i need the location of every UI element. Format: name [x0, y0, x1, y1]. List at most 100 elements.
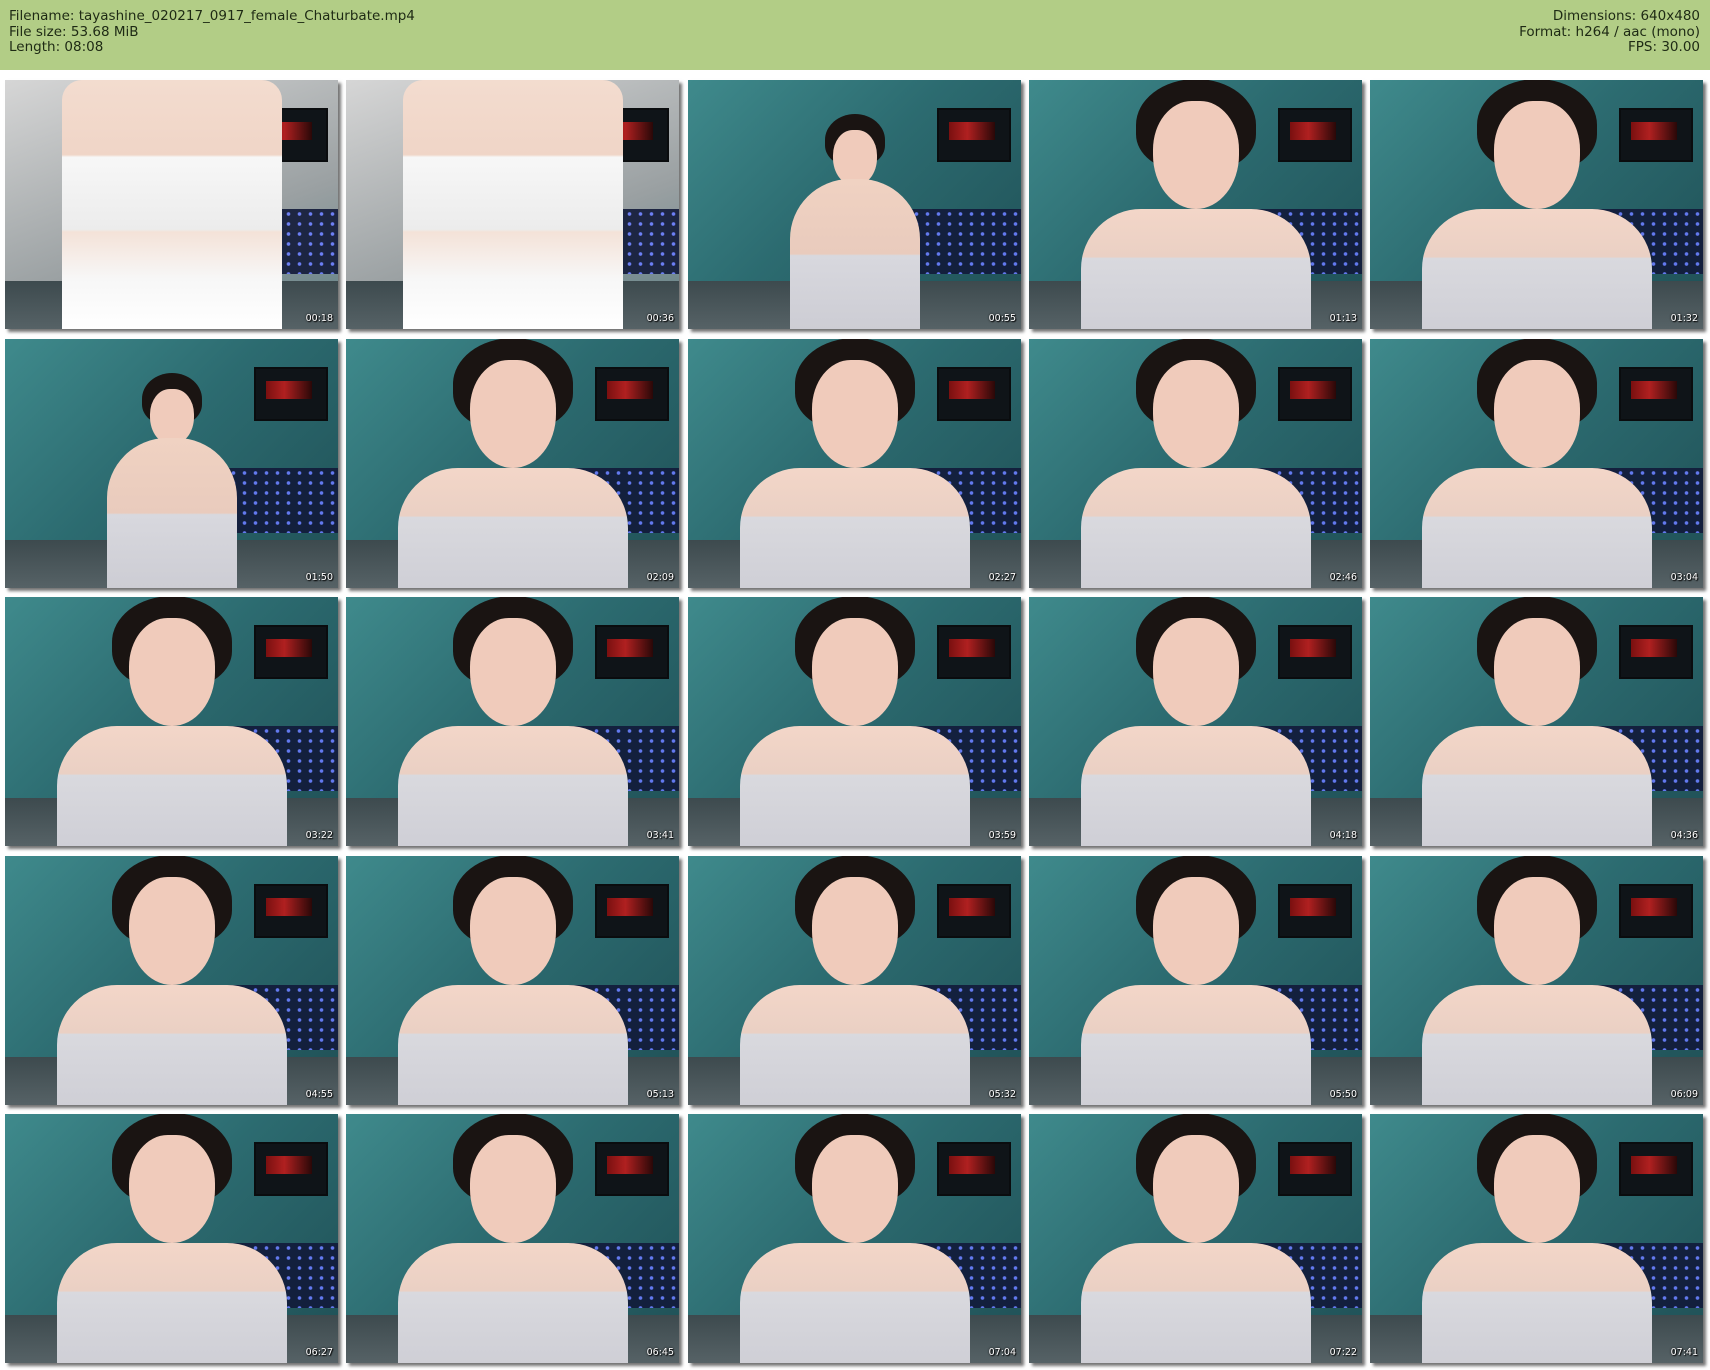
person-figure: [61, 80, 282, 329]
filesize-line: File size: 53.68 MiB: [9, 23, 415, 41]
person-figure: [397, 856, 628, 1105]
body: [402, 80, 623, 329]
frame-timestamp: 01:13: [1329, 313, 1357, 324]
body: [1421, 726, 1652, 846]
fps-label: FPS:: [1628, 39, 1658, 55]
frame-image: [5, 1114, 338, 1363]
thumbnail: 03:41: [346, 597, 679, 846]
frame-image: [688, 80, 1021, 329]
body: [56, 985, 287, 1105]
frame-image: [5, 597, 338, 846]
dimensions-value: 640x480: [1640, 8, 1700, 24]
frame-image: [346, 597, 679, 846]
frame-timestamp: 03:41: [646, 830, 674, 841]
fairy-lights: [911, 209, 1021, 274]
face: [469, 1135, 556, 1243]
filesize-value: 53.68 MiB: [70, 23, 139, 40]
face: [1152, 618, 1239, 726]
format-line: Format: h264 / aac (mono): [1519, 24, 1700, 41]
body: [1080, 726, 1311, 846]
person-figure: [397, 339, 628, 588]
frame-image: [688, 856, 1021, 1105]
thumbnail: 04:18: [1029, 597, 1362, 846]
face: [1493, 1135, 1580, 1243]
thumbnail: 03:59: [688, 597, 1021, 846]
body: [1421, 468, 1652, 588]
face: [1493, 360, 1580, 468]
body: [739, 468, 970, 588]
thumbnail: 05:50: [1029, 856, 1362, 1105]
filename-label: Filename:: [9, 8, 75, 24]
length-value: 08:08: [64, 39, 104, 55]
dimensions-label: Dimensions:: [1552, 8, 1637, 24]
person-figure: [1080, 856, 1311, 1105]
body: [1421, 1243, 1652, 1363]
thumbnail: 01:13: [1029, 80, 1362, 329]
frame-timestamp: 00:55: [988, 313, 1016, 324]
frame-image: [5, 80, 338, 329]
face: [469, 877, 556, 985]
face: [811, 877, 898, 985]
person-figure: [739, 856, 970, 1105]
thumbnail: 02:27: [688, 339, 1021, 588]
frame-image: [1029, 80, 1362, 329]
frame-timestamp: 06:45: [646, 1347, 674, 1358]
body: [61, 80, 282, 329]
thumbnail: 00:18: [5, 80, 338, 329]
thumbnail: 01:32: [1370, 80, 1703, 329]
person-figure: [1080, 597, 1311, 846]
person-figure: [397, 597, 628, 846]
thumbnail: 00:55: [688, 80, 1021, 329]
person-figure: [56, 856, 287, 1105]
fps-value: 30.00: [1661, 39, 1700, 55]
frame-timestamp: 05:32: [988, 1089, 1016, 1100]
person-figure: [739, 339, 970, 588]
thumbnail: 01:50: [5, 339, 338, 588]
face: [1493, 618, 1580, 726]
face: [128, 618, 215, 726]
frame-timestamp: 03:22: [305, 830, 333, 841]
face: [469, 360, 556, 468]
wall-poster: [937, 108, 1011, 162]
frame-image: [688, 339, 1021, 588]
length-line: Length: 08:08: [9, 39, 415, 56]
frame-timestamp: 00:36: [646, 313, 674, 324]
person-figure: [789, 114, 920, 329]
face: [1152, 1135, 1239, 1243]
thumbnail: 05:32: [688, 856, 1021, 1105]
frame-timestamp: 04:18: [1329, 830, 1357, 841]
filesize-label: File size:: [9, 23, 67, 40]
face: [811, 1135, 898, 1243]
frame-image: [1370, 1114, 1703, 1363]
frame-image: [1029, 597, 1362, 846]
frame-image: [346, 80, 679, 329]
frame-timestamp: 01:50: [305, 572, 333, 583]
thumbnail: 03:04: [1370, 339, 1703, 588]
face: [832, 130, 877, 186]
thumbnail: 03:22: [5, 597, 338, 846]
frame-image: [1029, 1114, 1362, 1363]
thumbnail: 04:55: [5, 856, 338, 1105]
frame-timestamp: 02:46: [1329, 572, 1357, 583]
thumbnail: 02:09: [346, 339, 679, 588]
face: [149, 389, 194, 445]
video-info: Dimensions: 640x480 Format: h264 / aac (…: [1519, 8, 1700, 56]
person-figure: [1421, 1114, 1652, 1363]
frame-image: [1370, 856, 1703, 1105]
frame-timestamp: 04:55: [305, 1089, 333, 1100]
frame-image: [1029, 856, 1362, 1105]
face: [811, 618, 898, 726]
fps-line: FPS: 30.00: [1519, 39, 1700, 56]
thumbnail: 07:22: [1029, 1114, 1362, 1363]
file-info: Filename: tayashine_020217_0917_female_C…: [9, 8, 415, 56]
person-figure: [739, 597, 970, 846]
dimensions-line: Dimensions: 640x480: [1519, 8, 1700, 25]
filename-line: Filename: tayashine_020217_0917_female_C…: [9, 8, 415, 25]
wall-poster: [254, 367, 328, 421]
body: [1421, 209, 1652, 329]
person-figure: [397, 1114, 628, 1363]
face: [1152, 360, 1239, 468]
body: [739, 1243, 970, 1363]
person-figure: [56, 597, 287, 846]
filename-value: tayashine_020217_0917_female_Chaturbate.…: [78, 8, 415, 24]
